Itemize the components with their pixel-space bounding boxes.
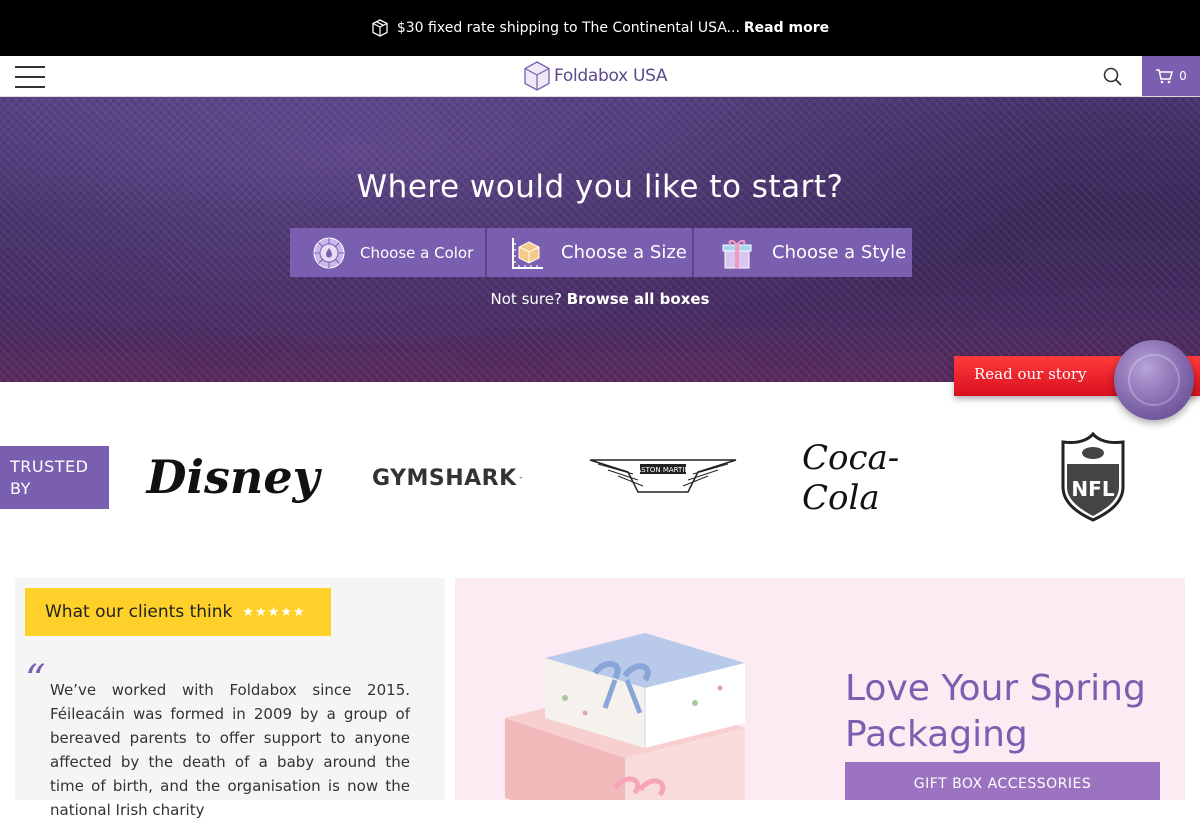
story-label: Read our story	[974, 365, 1087, 383]
nfl-logo: NFL	[1058, 432, 1128, 522]
testimonial-badge: What our clients think ★★★★★	[25, 588, 331, 636]
choose-size-button[interactable]: Choose a Size	[487, 228, 694, 277]
nfl-logo-text: NFL	[1071, 477, 1114, 501]
choose-color-label: Choose a Color	[360, 243, 474, 262]
quote-mark-icon: “	[25, 657, 46, 703]
box-icon	[372, 19, 388, 37]
promo-title: Love Your Spring Packaging	[845, 668, 1146, 755]
cart-button[interactable]: 0	[1142, 56, 1200, 96]
gymshark-logo: GYMSHARK	[372, 458, 522, 498]
wax-seal-icon	[1114, 340, 1194, 420]
spring-promo-card: Love Your Spring Packaging GIFT BOX ACCE…	[455, 578, 1185, 800]
gift-box-accessories-button[interactable]: GIFT BOX ACCESSORIES	[845, 762, 1160, 800]
cart-count: 0	[1179, 69, 1187, 83]
coca-cola-logo: Coca-Cola	[802, 438, 900, 518]
read-our-story-button[interactable]: Read our story	[954, 340, 1200, 422]
logo-text: Foldabox USA	[554, 66, 668, 86]
nfl-shield-icon: NFL	[1061, 432, 1125, 522]
ruler-box-icon	[512, 237, 543, 269]
logo-box-icon	[524, 61, 550, 91]
site-logo[interactable]: Foldabox USA	[524, 60, 668, 92]
testimonial-card: What our clients think ★★★★★ “ We’ve wor…	[15, 578, 445, 819]
aston-martin-logo: ASTON MARTIN	[588, 456, 738, 496]
hamburger-menu-icon[interactable]	[15, 66, 45, 88]
testimonial-heading: What our clients think	[45, 602, 233, 622]
gift-box-icon	[722, 239, 752, 268]
color-wheel-icon	[313, 237, 345, 268]
stacked-gift-boxes-image	[505, 633, 745, 800]
site-header: Foldabox USA 0	[0, 56, 1200, 97]
not-sure-text: Not sure?	[490, 290, 562, 308]
read-more-link[interactable]: Read more	[744, 20, 829, 36]
choose-color-button[interactable]: Choose a Color	[290, 228, 487, 277]
choose-style-label: Choose a Style	[772, 242, 907, 263]
search-icon[interactable]	[1100, 64, 1126, 90]
testimonial-text: We’ve worked with Foldabox since 2015. F…	[50, 681, 410, 819]
announcement-text: $30 fixed rate shipping to The Continent…	[396, 20, 740, 36]
gymshark-logo-text: GYMSHARK	[372, 465, 517, 491]
announcement-bar: $30 fixed rate shipping to The Continent…	[0, 0, 1200, 56]
trusted-by-label: TRUSTED BY	[0, 446, 109, 509]
star-rating: ★★★★★	[242, 604, 306, 620]
aston-martin-wings-icon: ASTON MARTIN	[589, 459, 737, 493]
gymshark-fin-icon	[518, 477, 522, 480]
browse-all-boxes-link[interactable]: Browse all boxes	[567, 290, 710, 308]
choose-size-label: Choose a Size	[561, 242, 687, 263]
hero-subline: Not sure? Browse all boxes	[0, 290, 1200, 308]
hero-title: Where would you like to start?	[356, 169, 844, 205]
disney-logo: Disney	[146, 450, 320, 504]
choose-style-button[interactable]: Choose a Style	[694, 228, 912, 277]
aston-martin-logo-text: ASTON MARTIN	[636, 466, 689, 474]
choice-buttons: Choose a Color Choose a Size Choose a St…	[290, 228, 912, 277]
shopping-cart-icon	[1156, 69, 1174, 84]
